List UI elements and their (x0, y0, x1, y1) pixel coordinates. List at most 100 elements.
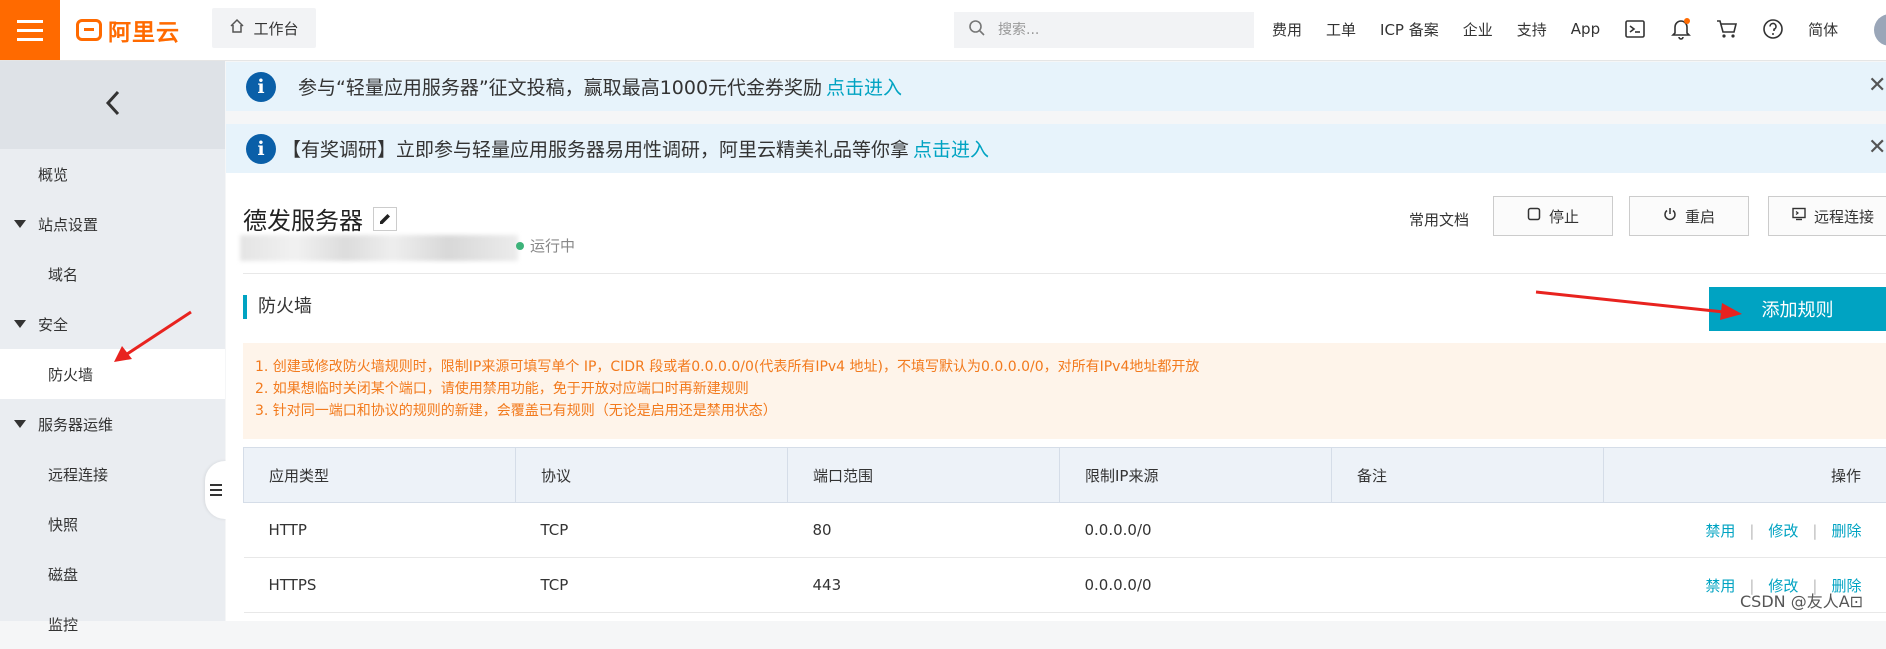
close-icon[interactable]: ✕ (1868, 76, 1886, 96)
nav-enterprise[interactable]: 企业 (1463, 19, 1493, 40)
workbench-label: 工作台 (253, 18, 298, 39)
home-icon (229, 18, 245, 38)
top-bar: 阿里云 工作台 费用 工单 ICP 备案 企业 支持 App 简体 (0, 0, 1886, 61)
nav-tickets[interactable]: 工单 (1326, 19, 1356, 40)
notice-text: 【有奖调研】立即参与轻量应用服务器易用性调研，阿里云精美礼品等你拿 (282, 135, 909, 162)
cell-actions: 禁用|修改|删除 (1604, 503, 1886, 558)
sidebar-item-label: 磁盘 (48, 564, 78, 585)
sidebar-item-overview[interactable]: 概览 (0, 149, 225, 199)
power-icon (1663, 207, 1677, 225)
cell-note (1332, 503, 1604, 558)
sidebar-group-server-ops[interactable]: 服务器运维 (0, 399, 225, 449)
column-header-ip-source: 限制IP来源 (1060, 448, 1332, 503)
notice-banner: i 参与“轻量应用服务器”征文投稿，赢取最高1000元代金券奖励 点击进入 ✕ (226, 62, 1886, 111)
top-nav: 费用 工单 ICP 备案 企业 支持 App 简体 (1272, 0, 1862, 58)
firewall-tips: 1. 创建或修改防火墙规则时，限制IP来源可填写单个 IP，CIDR 段或者0.… (243, 343, 1886, 439)
disable-link[interactable]: 禁用 (1705, 577, 1735, 595)
add-rule-button[interactable]: 添加规则 (1709, 287, 1886, 331)
remote-connect-label: 远程连接 (1814, 206, 1874, 227)
status-dot-icon (516, 242, 524, 250)
sidebar-item-domain[interactable]: 域名 (0, 249, 225, 299)
divider (243, 273, 1886, 274)
close-icon[interactable]: ✕ (1868, 138, 1886, 158)
column-header-app-type: 应用类型 (244, 448, 516, 503)
stop-button[interactable]: 停止 (1493, 196, 1613, 236)
sidebar-group-security[interactable]: 安全 (0, 299, 225, 349)
avatar[interactable] (1874, 14, 1886, 46)
edit-link[interactable]: 修改 (1768, 522, 1798, 540)
remote-connect-button[interactable]: 远程连接 (1768, 196, 1886, 236)
sidebar-item-disk[interactable]: 磁盘 (0, 549, 225, 599)
menu-button[interactable] (0, 0, 60, 60)
sidebar-item-label: 快照 (48, 514, 78, 535)
nav-language[interactable]: 简体 (1808, 19, 1838, 40)
stop-icon (1527, 207, 1541, 225)
server-name: 德发服务器 (243, 201, 363, 236)
sidebar-item-label: 监控 (48, 614, 78, 635)
workbench-button[interactable]: 工作台 (212, 8, 316, 48)
caret-down-icon (14, 320, 26, 328)
sidebar-item-label: 域名 (48, 264, 78, 285)
stop-label: 停止 (1549, 206, 1579, 227)
sidebar: 概览 站点设置 域名 安全 防火墙 服务器运维 远程连接 快照 磁盘 监控 (0, 61, 225, 621)
sidebar-item-label: 概览 (38, 164, 68, 185)
chevron-left-icon (105, 90, 121, 120)
tip-line: 1. 创建或修改防火墙规则时，限制IP来源可填写单个 IP，CIDR 段或者0.… (255, 356, 1886, 378)
edit-icon[interactable] (373, 207, 397, 231)
sidebar-back-button[interactable] (0, 61, 225, 149)
cart-icon[interactable] (1716, 18, 1738, 40)
terminal-icon[interactable] (1624, 18, 1646, 40)
notice-link[interactable]: 点击进入 (826, 73, 902, 100)
search-icon (968, 19, 986, 41)
bell-icon[interactable] (1670, 18, 1692, 40)
disable-link[interactable]: 禁用 (1705, 522, 1735, 540)
notice-text: 参与“轻量应用服务器”征文投稿，赢取最高1000元代金券奖励 (298, 73, 822, 100)
cell-port-range: 443 (788, 558, 1060, 613)
sidebar-item-firewall[interactable]: 防火墙 (0, 349, 225, 399)
search-box[interactable] (954, 12, 1254, 48)
column-header-note: 备注 (1332, 448, 1604, 503)
aliyun-logo[interactable]: 阿里云 (76, 14, 180, 46)
column-header-actions: 操作 (1604, 448, 1886, 503)
sidebar-group-site-settings[interactable]: 站点设置 (0, 199, 225, 249)
info-icon: i (246, 134, 276, 164)
nav-fees[interactable]: 费用 (1272, 19, 1302, 40)
search-input[interactable] (996, 21, 1240, 39)
delete-link[interactable]: 删除 (1831, 522, 1861, 540)
section-title: 防火墙 (243, 295, 312, 319)
server-ip-redacted (240, 235, 518, 261)
status-text: 运行中 (530, 235, 575, 256)
cell-app-type: HTTP (244, 503, 516, 558)
tip-line: 2. 如果想临时关闭某个端口，请使用禁用功能，免于开放对应端口时再新建规则 (255, 378, 1886, 400)
separator: | (1749, 522, 1754, 540)
sidebar-toggle-handle[interactable] (205, 461, 227, 519)
help-icon[interactable] (1762, 18, 1784, 40)
table-row: HTTP TCP 80 0.0.0.0/0 禁用|修改|删除 (244, 503, 1886, 558)
nav-icp[interactable]: ICP 备案 (1380, 19, 1439, 40)
cell-ip-source: 0.0.0.0/0 (1060, 503, 1332, 558)
main-panel: 德发服务器 运行中 常用文档 停止 重启 远程连接 防火墙 添加规则 1. 创建… (226, 173, 1886, 621)
sidebar-item-label: 站点设置 (38, 214, 98, 235)
restart-label: 重启 (1685, 206, 1715, 227)
cell-protocol: TCP (516, 503, 788, 558)
docs-link[interactable]: 常用文档 (1409, 209, 1469, 230)
restart-button[interactable]: 重启 (1629, 196, 1749, 236)
notice-banner: i 【有奖调研】立即参与轻量应用服务器易用性调研，阿里云精美礼品等你拿 点击进入… (226, 124, 1886, 173)
watermark: CSDN @友人A⊡ (1740, 588, 1863, 612)
cell-app-type: HTTPS (244, 558, 516, 613)
sidebar-item-remote-connect[interactable]: 远程连接 (0, 449, 225, 499)
cell-protocol: TCP (516, 558, 788, 613)
column-header-protocol: 协议 (516, 448, 788, 503)
notice-link[interactable]: 点击进入 (913, 135, 989, 162)
sidebar-item-label: 防火墙 (48, 364, 93, 385)
cell-ip-source: 0.0.0.0/0 (1060, 558, 1332, 613)
nav-support[interactable]: 支持 (1517, 19, 1547, 40)
table-row: HTTPS TCP 443 0.0.0.0/0 禁用|修改|删除 (244, 558, 1886, 613)
column-header-port-range: 端口范围 (788, 448, 1060, 503)
sidebar-item-snapshot[interactable]: 快照 (0, 499, 225, 549)
tip-line: 3. 针对同一端口和协议的规则的新建，会覆盖已有规则（无论是启用还是禁用状态） (255, 400, 1886, 422)
cell-port-range: 80 (788, 503, 1060, 558)
sidebar-item-label: 服务器运维 (38, 414, 113, 435)
sidebar-item-monitor[interactable]: 监控 (0, 599, 225, 649)
nav-app[interactable]: App (1571, 20, 1600, 38)
